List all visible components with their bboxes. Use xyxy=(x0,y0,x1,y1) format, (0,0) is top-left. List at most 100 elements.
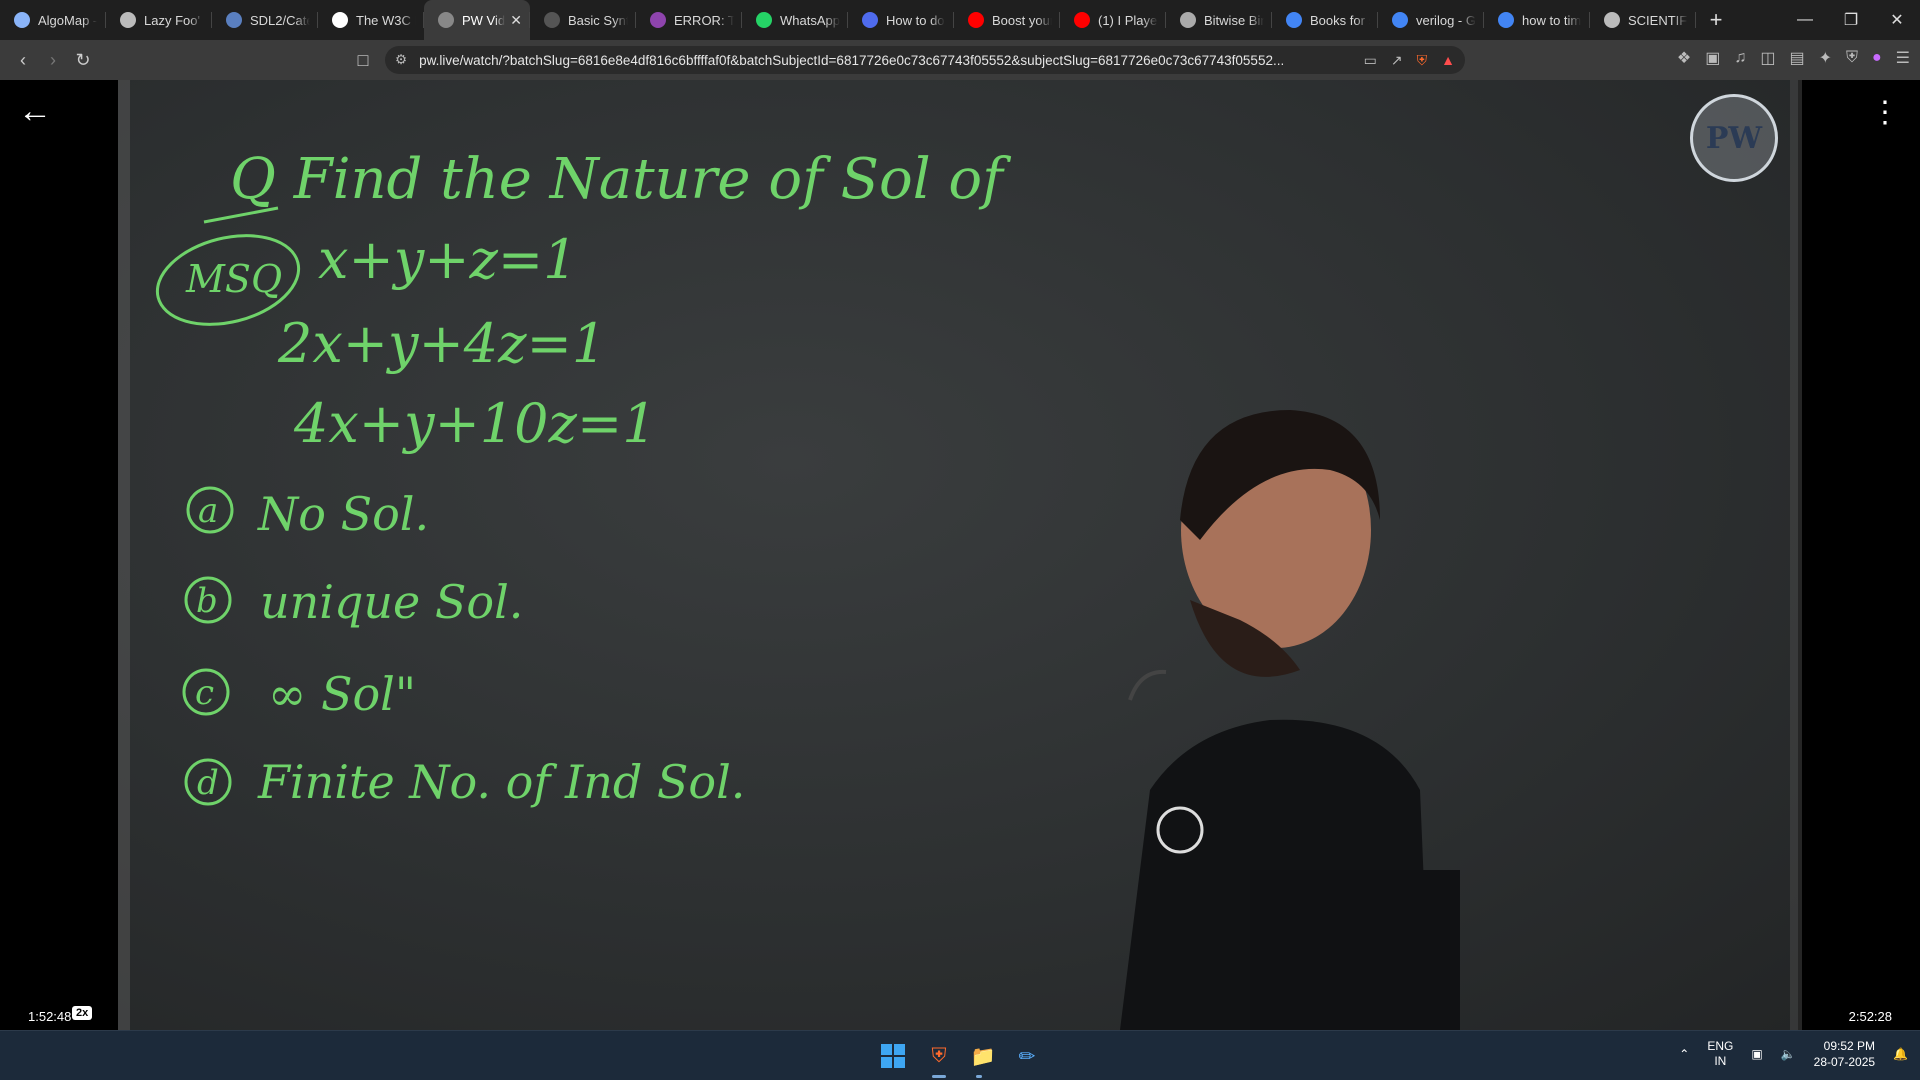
teacher-arm xyxy=(1250,870,1460,1030)
option-c: c ∞ Sol" xyxy=(182,667,416,721)
option-b: b unique Sol. xyxy=(184,575,523,629)
browser-tab[interactable]: How to do xyxy=(848,0,954,40)
browser-tab[interactable]: ERROR: Th xyxy=(636,0,742,40)
reload-icon[interactable]: ↻ xyxy=(68,45,98,75)
clock[interactable]: 09:52 PM 28-07-2025 xyxy=(1814,1038,1875,1070)
browser-tab[interactable]: WhatsApp xyxy=(742,0,848,40)
option-b-marker: b xyxy=(196,581,218,621)
browser-tab-label: Bitwise Bin xyxy=(1204,12,1264,28)
globe-icon xyxy=(120,12,136,28)
explorer-open-indicator xyxy=(976,1075,982,1078)
speaker-icon[interactable]: 🔈 xyxy=(1781,1047,1796,1061)
brave-browser-icon[interactable]: ⛨ xyxy=(924,1041,954,1071)
browser-tab[interactable]: how to tim xyxy=(1484,0,1590,40)
browser-tab-label: Books for s xyxy=(1310,12,1370,28)
extensions-icon[interactable]: ❖ xyxy=(1677,48,1691,68)
browser-tab[interactable]: verilog - G xyxy=(1378,0,1484,40)
browser-tab-label: Boost your xyxy=(992,12,1052,28)
lang-top: ENG xyxy=(1707,1039,1734,1053)
browser-tab[interactable]: The W3C M xyxy=(318,0,424,40)
new-tab-button[interactable]: + xyxy=(1696,0,1736,40)
google-icon xyxy=(1392,12,1408,28)
windows-start-icon[interactable] xyxy=(878,1041,908,1071)
network-icon[interactable]: ▣ xyxy=(1751,1047,1762,1061)
browser-tab-label: SCIENTIFIC xyxy=(1628,12,1688,28)
browser-tab-label: PW Vid xyxy=(462,12,506,28)
option-d-text: Finite No. of Ind Sol. xyxy=(257,755,745,809)
restore-icon[interactable]: ❐ xyxy=(1828,0,1874,40)
bookmark-icon[interactable]: □ xyxy=(348,45,378,75)
browser-tab-label: AlgoMap - xyxy=(38,12,98,28)
equation-1: x+y+z=1 xyxy=(318,228,578,291)
video-player[interactable]: Q Find the Nature of Sol of MSQ x+y+z=1 … xyxy=(0,80,1920,1030)
pw-logo: PW xyxy=(1690,94,1778,182)
forward-nav-icon[interactable]: › xyxy=(38,45,68,75)
back-arrow-icon[interactable]: ← xyxy=(18,94,52,128)
site-settings-icon[interactable]: ⚙ xyxy=(395,52,407,68)
close-window-icon[interactable]: ✕ xyxy=(1874,0,1920,40)
window-controls: — ❐ ✕ xyxy=(1782,0,1920,40)
algomap-icon xyxy=(14,12,30,28)
pen-app-icon[interactable]: ✏ xyxy=(1012,1041,1042,1071)
browser-tab[interactable]: Boost your xyxy=(954,0,1060,40)
teacher-figure xyxy=(1120,410,1460,1030)
bitwise-icon xyxy=(1180,12,1196,28)
google-icon xyxy=(1286,12,1302,28)
option-b-text: unique Sol. xyxy=(260,575,523,629)
browser-tab[interactable]: SCIENTIFIC xyxy=(1590,0,1696,40)
notification-bell-icon[interactable]: 🔔 xyxy=(1893,1047,1908,1061)
share-icon[interactable]: ↗ xyxy=(1391,52,1403,69)
browser-tab[interactable]: AlgoMap - xyxy=(0,0,106,40)
back-nav-icon[interactable]: ‹ xyxy=(8,45,38,75)
browser-tab-label: (1) I Played xyxy=(1098,12,1158,28)
sidebar-icon[interactable]: ◫ xyxy=(1760,48,1775,68)
current-time: 1:52:48 xyxy=(28,1009,72,1024)
brave-active-indicator xyxy=(932,1075,946,1078)
system-tray: ⌃ ENG IN ▣ 🔈 09:52 PM 28-07-2025 🔔 xyxy=(1679,1038,1908,1070)
brave-shield-icon[interactable]: ⛨ xyxy=(1417,52,1428,69)
browser-tab[interactable]: Lazy Foo' P xyxy=(106,0,212,40)
minimize-icon[interactable]: — xyxy=(1782,0,1828,40)
total-time: 2:52:28 xyxy=(1848,1009,1892,1024)
option-d-marker: d xyxy=(197,763,219,803)
browser-tab[interactable]: PW Vid ✕ xyxy=(424,0,530,40)
browser-tab[interactable]: Basic Synta xyxy=(530,0,636,40)
profile-icon[interactable]: ● xyxy=(1872,49,1882,67)
lang-bottom: IN xyxy=(1714,1054,1727,1068)
browser-tab-label: SDL2/Cate xyxy=(250,12,310,28)
address-bar-row: ‹ › ↻ □ ⚙ pw.live/watch/?batchSlug=6816e… xyxy=(0,40,1920,80)
option-a-marker: a xyxy=(198,491,218,531)
vpn-icon[interactable]: ⛨ xyxy=(1846,49,1858,67)
browser-tab[interactable]: Books for s xyxy=(1272,0,1378,40)
browser-tab-label: ERROR: Th xyxy=(674,12,734,28)
question-text: Q Find the Nature of Sol of xyxy=(230,147,1012,212)
brave-rewards-icon[interactable]: ▲ xyxy=(1441,52,1455,68)
close-tab-icon[interactable]: ✕ xyxy=(510,12,522,29)
leo-icon[interactable]: ✦ xyxy=(1819,48,1832,68)
option-a: a No Sol. xyxy=(186,486,429,541)
wallet-icon[interactable]: ▤ xyxy=(1789,48,1804,68)
browser-tab-label: how to tim xyxy=(1522,12,1582,28)
screenshot-icon[interactable]: ▣ xyxy=(1705,48,1720,68)
browser-tab[interactable]: (1) I Played xyxy=(1060,0,1166,40)
option-c-text: ∞ Sol" xyxy=(268,667,416,721)
menu-icon[interactable]: ☰ xyxy=(1896,48,1910,68)
browser-tab[interactable]: Bitwise Bin xyxy=(1166,0,1272,40)
more-options-icon[interactable]: ⋮ xyxy=(1870,98,1900,128)
url-field[interactable]: ⚙ pw.live/watch/?batchSlug=6816e8e4df816… xyxy=(385,46,1465,74)
copilot-icon xyxy=(862,12,878,28)
tray-chevron-icon[interactable]: ⌃ xyxy=(1679,1047,1689,1061)
sdl-icon xyxy=(226,12,242,28)
browser-tab-label: Basic Synta xyxy=(568,12,628,28)
browser-tab[interactable]: SDL2/Cate xyxy=(212,0,318,40)
browser-tab-label: How to do xyxy=(886,12,945,28)
language-indicator[interactable]: ENG IN xyxy=(1707,1039,1733,1069)
browser-tab-bar: AlgoMap - Lazy Foo' P SDL2/Cate The W3C M PW… xyxy=(0,0,1920,40)
file-explorer-icon[interactable]: 📁 xyxy=(968,1041,998,1071)
option-a-text: No Sol. xyxy=(257,487,429,541)
cast-icon[interactable]: ▭ xyxy=(1364,52,1377,69)
windows-taskbar: ⛨ 📁 ✏ ⌃ ENG IN ▣ 🔈 09:52 PM 28-07-2025 🔔 xyxy=(0,1030,1920,1080)
clock-time: 09:52 PM xyxy=(1823,1039,1876,1053)
media-icon[interactable]: ♫ xyxy=(1734,49,1746,67)
playback-speed-badge[interactable]: 2x xyxy=(72,1006,93,1020)
